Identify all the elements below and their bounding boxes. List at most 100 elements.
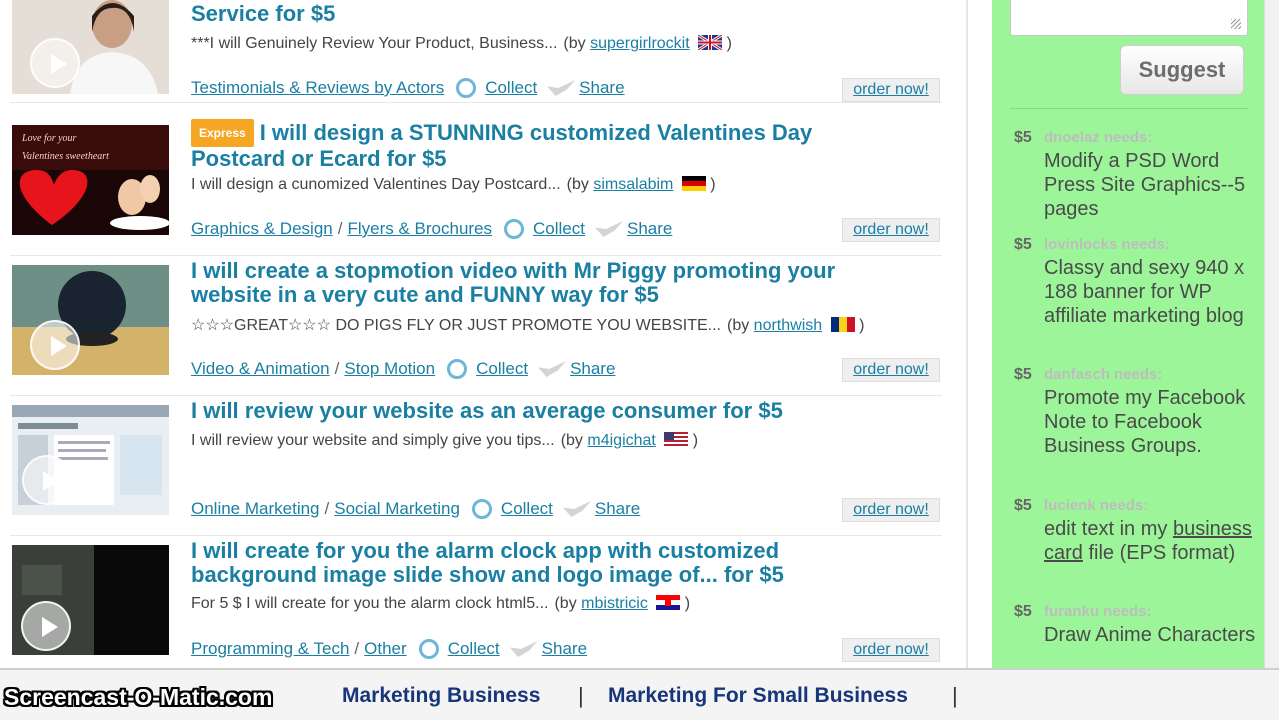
share-bird-icon[interactable] <box>509 641 538 657</box>
request-text-before: edit text in my <box>1044 518 1168 540</box>
gig-meta-row: Programming & Tech / Other Collect Share <box>191 639 587 659</box>
share-bird-icon[interactable] <box>594 221 623 237</box>
share-link[interactable]: Share <box>579 78 624 98</box>
germany-flag-icon <box>681 176 706 191</box>
category-link[interactable]: Programming & Tech <box>191 639 349 659</box>
gig-description: I will review your website and simply gi… <box>191 432 698 450</box>
gig-description-text: ☆☆☆GREAT☆☆☆ DO PIGS FLY OR JUST PROMOTE … <box>191 317 721 334</box>
share-bird-icon[interactable] <box>562 501 591 517</box>
collect-link[interactable]: Collect <box>501 499 553 519</box>
play-icon[interactable] <box>30 38 80 88</box>
gig-title-text: I will design a STUNNING customized Vale… <box>191 120 813 171</box>
gig-meta-row: Testimonials & Reviews by Actors Collect… <box>191 78 625 98</box>
keyword-separator: | <box>578 683 584 708</box>
gig-by-close: ) <box>726 35 732 52</box>
collect-heart-icon[interactable] <box>447 359 468 379</box>
gig-by: (by <box>560 432 583 449</box>
gig-title[interactable]: I will review your website as an average… <box>191 399 911 423</box>
request-user[interactable]: danfasch needs: <box>1044 366 1162 383</box>
play-icon[interactable] <box>21 601 71 651</box>
collect-heart-icon[interactable] <box>504 219 525 239</box>
request-price: $5 <box>1014 603 1032 620</box>
valentine-thumbnail: Love for your Valentines sweetheart <box>12 125 169 235</box>
suggest-button[interactable]: Suggest <box>1120 45 1244 95</box>
collect-link[interactable]: Collect <box>448 639 500 659</box>
collect-heart-icon[interactable] <box>471 499 492 519</box>
request-user[interactable]: dnoelaz needs: <box>1044 129 1152 146</box>
subcategory-link[interactable]: Other <box>364 639 407 659</box>
keyword-link[interactable]: Marketing Business <box>342 684 540 708</box>
subcategory-link[interactable]: Flyers & Brochures <box>347 219 492 239</box>
gig-seller-link[interactable]: simsalabim <box>593 176 673 193</box>
collect-heart-icon[interactable] <box>418 639 439 659</box>
request-sidebar: Suggest $5 dnoelaz needs: Modify a PSD W… <box>992 0 1264 668</box>
share-link[interactable]: Share <box>627 219 672 239</box>
keyword-link[interactable]: Marketing For Small Business <box>608 684 908 708</box>
share-link[interactable]: Share <box>542 639 587 659</box>
request-user[interactable]: furanku needs: <box>1044 603 1152 620</box>
order-now-button[interactable]: order now! <box>842 638 940 662</box>
order-now-button[interactable]: order now! <box>842 218 940 242</box>
page-scrollbar[interactable] <box>1264 0 1279 668</box>
subcategory-link[interactable]: Social Marketing <box>334 499 460 519</box>
gig-separator <box>10 395 942 396</box>
collect-link[interactable]: Collect <box>485 78 537 98</box>
share-link[interactable]: Share <box>570 359 615 379</box>
gig-seller-link[interactable]: m4igichat <box>587 432 655 449</box>
gig-seller-link[interactable]: mbistricic <box>581 595 648 612</box>
request-textarea[interactable] <box>1010 0 1248 36</box>
share-bird-icon[interactable] <box>547 80 576 96</box>
gig-item: Love for your Valentines sweetheart Expr… <box>0 119 960 259</box>
subcategory-link[interactable]: Stop Motion <box>344 359 435 379</box>
gig-thumbnail[interactable] <box>12 265 169 375</box>
play-icon[interactable] <box>30 320 80 370</box>
uk-flag-icon <box>698 35 723 50</box>
request-text: Draw Anime Characters <box>1044 624 1256 646</box>
svg-text:Love for your: Love for your <box>21 133 77 144</box>
screencast-watermark: Screencast-O-Matic.com <box>4 684 273 710</box>
category-link[interactable]: Graphics & Design <box>191 219 333 239</box>
request-text: Classy and sexy 940 x 188 banner for WP … <box>1044 257 1245 327</box>
romania-flag-icon <box>830 317 855 332</box>
gig-separator <box>10 102 942 103</box>
collect-link[interactable]: Collect <box>533 219 585 239</box>
share-bird-icon[interactable] <box>538 361 567 377</box>
order-now-button[interactable]: order now! <box>842 78 940 102</box>
request-user[interactable]: lovinlocks needs: <box>1044 236 1170 253</box>
order-now-button[interactable]: order now! <box>842 498 940 522</box>
gig-title[interactable]: I will create a stopmotion video with Mr… <box>191 259 911 307</box>
gig-description: I will design a cunomized Valentines Day… <box>191 176 716 194</box>
share-link[interactable]: Share <box>595 499 640 519</box>
collect-heart-icon[interactable] <box>456 78 477 98</box>
category-slash: / <box>354 639 360 658</box>
request-text: Promote my Facebook Note to Facebook Bus… <box>1044 387 1246 457</box>
category-link[interactable]: Online Marketing <box>191 499 320 519</box>
gig-title[interactable]: Express I will design a STUNNING customiz… <box>191 119 911 171</box>
croatia-flag-icon <box>656 595 681 610</box>
gig-seller-link[interactable]: northwish <box>754 317 822 334</box>
gig-seller-link[interactable]: supergirlrockit <box>590 35 690 52</box>
category-link[interactable]: Testimonials & Reviews by Actors <box>191 78 444 98</box>
request-user[interactable]: lucienk needs: <box>1044 497 1148 514</box>
order-now-button[interactable]: order now! <box>842 358 940 382</box>
keyword-separator: | <box>952 683 958 708</box>
request-text: Modify a PSD Word Press Site Graphics--5… <box>1044 150 1246 220</box>
gig-by-close: ) <box>692 432 699 449</box>
gig-thumbnail[interactable] <box>12 0 169 94</box>
gig-meta-row: Graphics & Design / Flyers & Brochures C… <box>191 219 672 239</box>
gig-item: I will review your website as an average… <box>0 399 960 539</box>
gig-description-text: For 5 $ I will create for you the alarm … <box>191 595 549 612</box>
gig-title[interactable]: I will create for you the alarm clock ap… <box>191 539 911 587</box>
play-icon[interactable] <box>22 455 72 505</box>
category-link[interactable]: Video & Animation <box>191 359 330 379</box>
gig-thumbnail[interactable] <box>12 405 169 515</box>
gig-separator <box>10 535 942 536</box>
collect-link[interactable]: Collect <box>476 359 528 379</box>
resize-grip-icon[interactable] <box>1231 19 1241 29</box>
gig-thumbnail[interactable] <box>12 545 169 655</box>
gig-description: ☆☆☆GREAT☆☆☆ DO PIGS FLY OR JUST PROMOTE … <box>191 315 864 335</box>
gig-by-close: ) <box>684 595 691 612</box>
svg-text:Valentines sweetheart: Valentines sweetheart <box>22 151 109 162</box>
gig-title[interactable]: Service for $5 <box>191 2 911 26</box>
gig-thumbnail[interactable]: Love for your Valentines sweetheart <box>12 125 169 235</box>
